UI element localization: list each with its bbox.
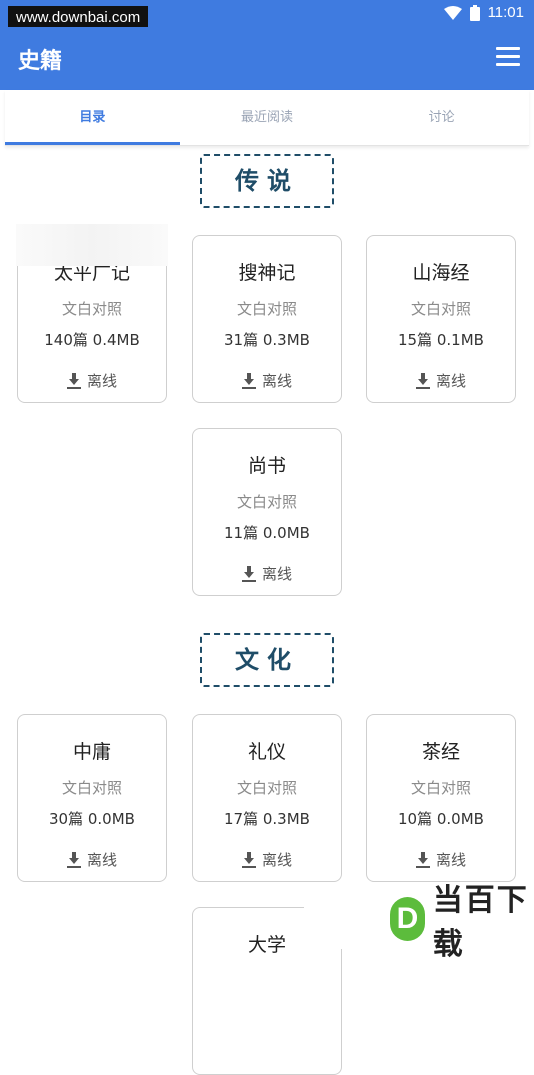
offline-label: 离线 xyxy=(86,851,117,869)
app-bar: 史籍 xyxy=(0,27,534,90)
book-card[interactable]: 茶经 文白对照 10篇 0.0MB 离线 xyxy=(366,714,516,882)
offline-button[interactable]: 离线 xyxy=(193,370,341,391)
app-title: 史籍 xyxy=(18,49,63,74)
battery-icon xyxy=(469,4,480,21)
book-subtitle: 文白对照 xyxy=(61,779,122,797)
book-meta: 11篇 0.0MB xyxy=(224,524,310,542)
tab-discussion[interactable]: 讨论 xyxy=(354,90,529,145)
book-subtitle: 文白对照 xyxy=(410,300,471,318)
book-card[interactable]: 山海经 文白对照 15篇 0.1MB 离线 xyxy=(366,235,516,403)
download-icon xyxy=(241,851,256,868)
book-title: 搜神记 xyxy=(238,262,296,284)
offline-label: 离线 xyxy=(435,372,466,390)
offline-button[interactable]: 离线 xyxy=(18,849,166,870)
book-meta: 140篇 0.4MB xyxy=(44,331,140,349)
download-icon xyxy=(66,851,81,868)
brand-logo-icon: D xyxy=(390,897,425,941)
section-header-culture: 文化 xyxy=(200,633,334,687)
book-card[interactable]: 礼仪 文白对照 17篇 0.3MB 离线 xyxy=(192,714,342,882)
offline-button[interactable]: 离线 xyxy=(367,849,515,870)
offline-label: 离线 xyxy=(86,372,117,390)
book-title: 礼仪 xyxy=(247,741,286,763)
download-icon xyxy=(415,851,430,868)
book-title: 尚书 xyxy=(247,455,286,477)
book-card[interactable]: 搜神记 文白对照 31篇 0.3MB 离线 xyxy=(192,235,342,403)
book-title: 山海经 xyxy=(412,262,470,284)
download-icon xyxy=(415,372,430,389)
book-meta: 15篇 0.1MB xyxy=(398,331,484,349)
watermark-brand: D 当百下载 xyxy=(304,883,534,962)
status-bar: www.downbai.com 11:01 xyxy=(0,0,534,30)
offline-label: 离线 xyxy=(261,851,292,869)
status-icons: 11:01 xyxy=(443,4,524,21)
section-header-legends: 传说 xyxy=(200,154,334,208)
offline-button[interactable]: 离线 xyxy=(193,563,341,584)
download-icon xyxy=(241,565,256,582)
book-meta: 17篇 0.3MB xyxy=(224,810,310,828)
hamburger-menu-icon[interactable] xyxy=(496,47,520,69)
book-card[interactable]: 中庸 文白对照 30篇 0.0MB 离线 xyxy=(17,714,167,882)
book-subtitle: 文白对照 xyxy=(236,493,297,511)
book-subtitle: 文白对照 xyxy=(410,779,471,797)
status-time: 11:01 xyxy=(487,4,524,21)
book-meta: 30篇 0.0MB xyxy=(49,810,135,828)
book-meta: 31篇 0.3MB xyxy=(224,331,310,349)
blurred-overlay xyxy=(16,224,168,266)
wifi-icon xyxy=(443,5,462,20)
offline-button[interactable]: 离线 xyxy=(193,849,341,870)
offline-label: 离线 xyxy=(261,565,292,583)
offline-button[interactable]: 离线 xyxy=(367,370,515,391)
book-meta: 10篇 0.0MB xyxy=(398,810,484,828)
brand-text: 当百下载 xyxy=(432,883,529,962)
offline-label: 离线 xyxy=(435,851,466,869)
tab-bar: 目录 最近阅读 讨论 xyxy=(5,90,529,146)
offline-label: 离线 xyxy=(261,372,292,390)
book-subtitle: 文白对照 xyxy=(236,300,297,318)
offline-button[interactable]: 离线 xyxy=(18,370,166,391)
download-icon xyxy=(241,372,256,389)
book-subtitle: 文白对照 xyxy=(236,779,297,797)
download-icon xyxy=(66,372,81,389)
book-card[interactable]: 尚书 文白对照 11篇 0.0MB 离线 xyxy=(192,428,342,596)
book-subtitle: 文白对照 xyxy=(61,300,122,318)
book-title: 茶经 xyxy=(421,741,460,763)
tab-recent-reading[interactable]: 最近阅读 xyxy=(180,90,355,145)
book-title: 中庸 xyxy=(72,741,111,763)
tab-catalog[interactable]: 目录 xyxy=(5,90,180,145)
